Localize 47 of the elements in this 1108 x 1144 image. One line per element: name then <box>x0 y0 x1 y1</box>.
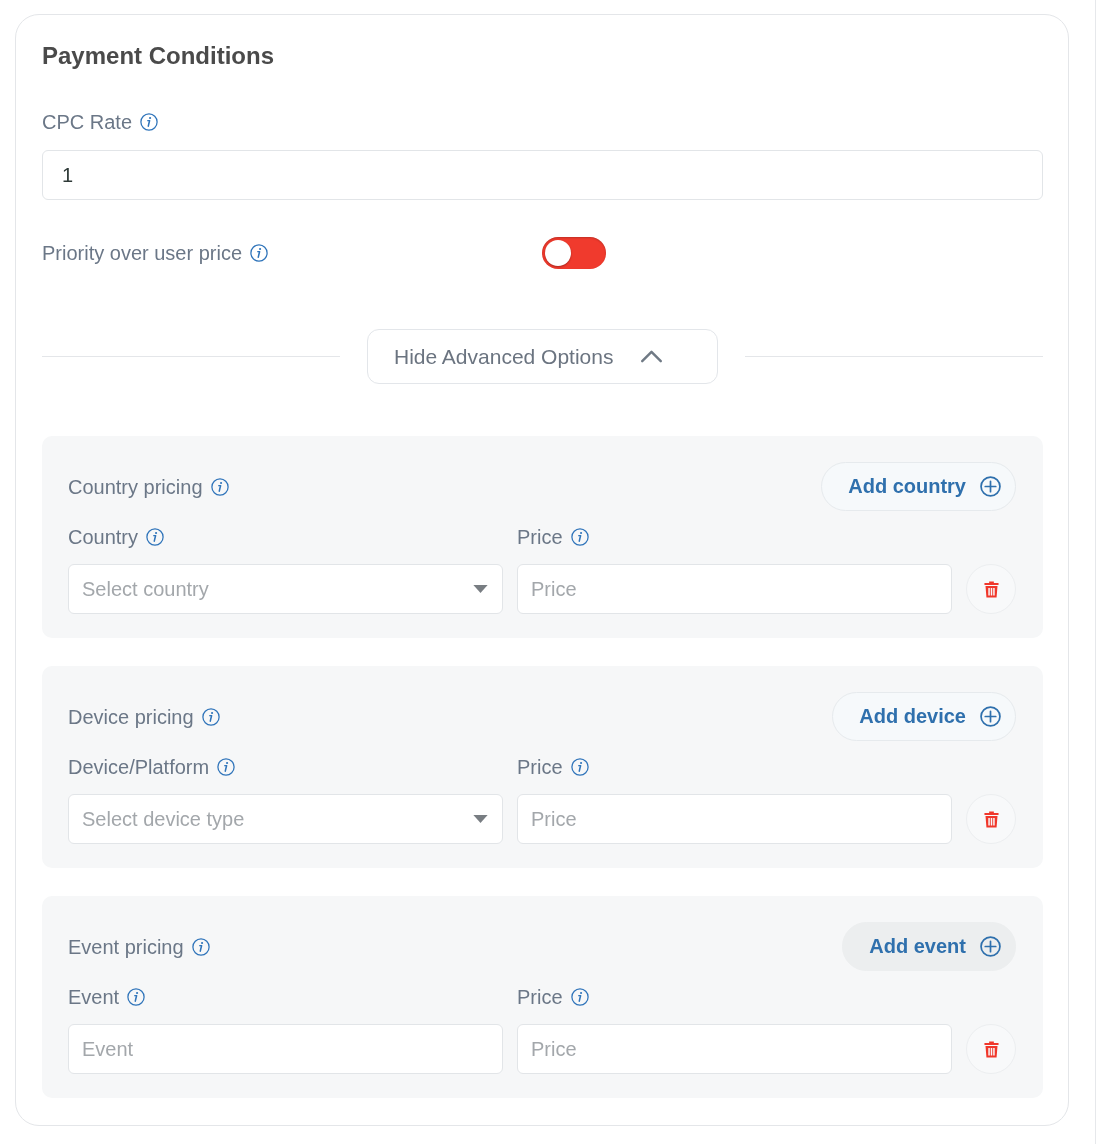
input-field[interactable]: Event <box>68 1024 503 1074</box>
caret-down-icon <box>473 585 488 593</box>
input-field[interactable]: Price <box>517 564 952 614</box>
info-icon <box>201 707 220 726</box>
delete-button[interactable] <box>966 564 1016 614</box>
info-icon <box>191 937 210 956</box>
info-icon <box>210 477 229 496</box>
delete-button[interactable] <box>966 794 1016 844</box>
field-label: Device/Platform <box>68 755 210 780</box>
field-label: Priority over user price <box>42 241 243 266</box>
section-title: Event pricing <box>68 934 184 960</box>
advanced-options-button[interactable]: Hide Advanced Options <box>367 329 718 384</box>
caret-down-icon <box>473 815 488 823</box>
trash-icon <box>983 580 999 598</box>
plus-circle-icon <box>980 476 1001 497</box>
add-button[interactable]: Add device <box>832 692 1016 741</box>
trash-icon <box>983 1040 999 1058</box>
info-icon <box>127 988 146 1006</box>
add-button[interactable]: Add event <box>842 922 1016 971</box>
card-title: Payment Conditions <box>42 41 276 71</box>
field-label: CPC Rate <box>42 110 133 135</box>
info-icon <box>570 528 589 546</box>
info-icon <box>146 528 165 546</box>
section-title: Country pricing <box>68 474 203 500</box>
info-icon <box>250 244 269 262</box>
plus-circle-icon <box>980 936 1001 957</box>
chevron-up-icon <box>640 350 664 363</box>
input-field[interactable]: 1 <box>42 150 1043 200</box>
input-field[interactable]: Price <box>517 794 952 844</box>
trash-icon <box>983 810 999 828</box>
info-icon <box>140 113 159 131</box>
input-field[interactable]: Price <box>517 1024 952 1074</box>
dropdown-field[interactable]: Select device type <box>68 794 503 844</box>
dropdown-field[interactable]: Select country <box>68 564 503 614</box>
toggle-switch[interactable] <box>542 237 606 269</box>
info-icon <box>570 988 589 1006</box>
info-icon <box>570 758 589 776</box>
field-label: Price <box>517 525 563 550</box>
add-button[interactable]: Add country <box>821 462 1016 511</box>
field-label: Price <box>517 755 563 780</box>
section-title: Device pricing <box>68 704 194 730</box>
plus-circle-icon <box>980 706 1001 727</box>
info-icon <box>217 758 236 776</box>
field-label: Event <box>68 985 120 1010</box>
field-label: Country <box>68 525 139 550</box>
field-label: Price <box>517 985 563 1010</box>
delete-button[interactable] <box>966 1024 1016 1074</box>
